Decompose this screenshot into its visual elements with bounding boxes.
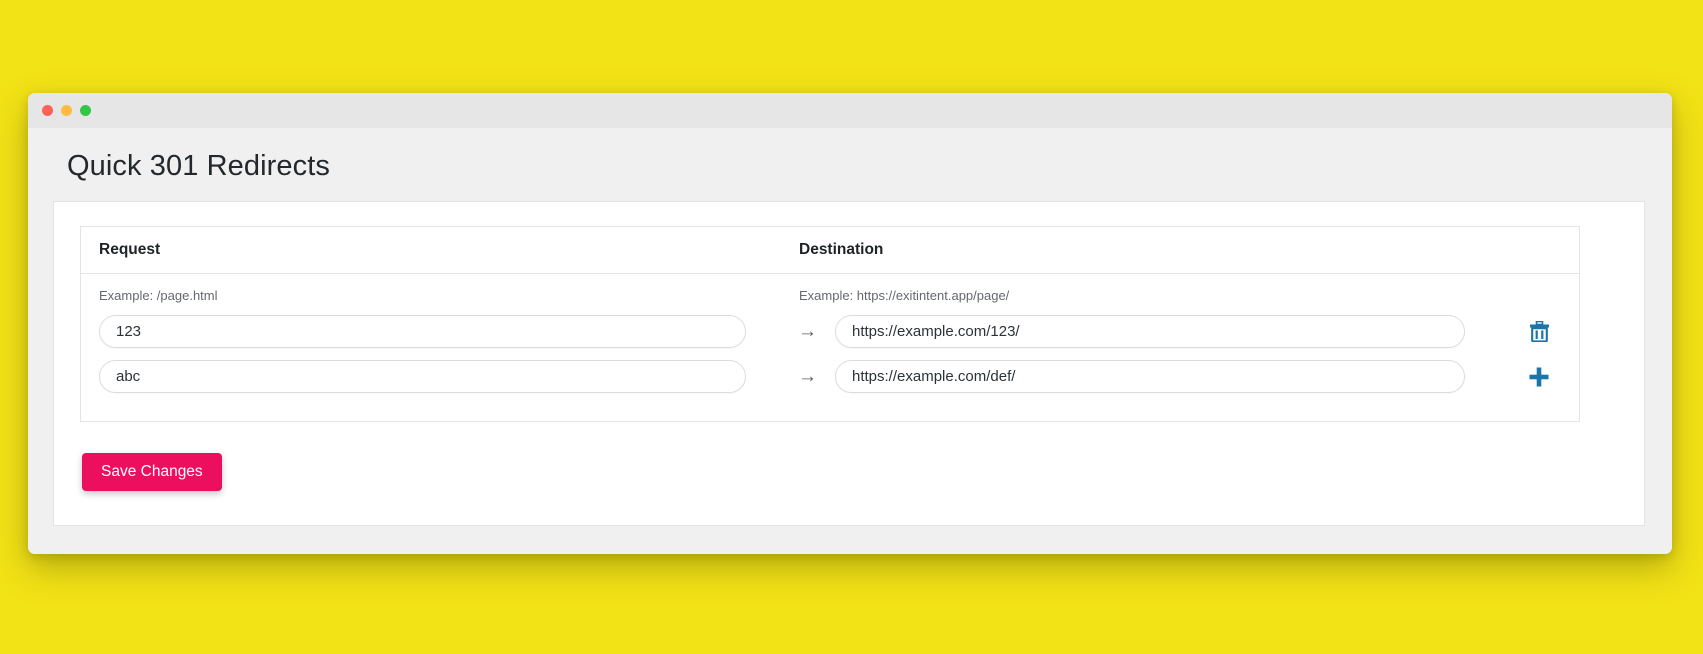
redirects-card: Request Destination Example: /page.html … <box>53 201 1645 526</box>
delete-redirect-button[interactable] <box>1526 319 1552 345</box>
table-header-row: Request Destination <box>81 227 1579 274</box>
add-redirect-button[interactable] <box>1526 364 1552 390</box>
close-window-icon[interactable] <box>42 105 53 116</box>
arrow-icon: → <box>798 366 818 387</box>
column-header-destination: Destination <box>799 241 884 258</box>
save-changes-button[interactable]: Save Changes <box>82 452 222 491</box>
table-row: → <box>81 354 1579 399</box>
page-title: Quick 301 Redirects <box>67 150 331 182</box>
cell-destination <box>835 360 1499 393</box>
table-row: → <box>81 309 1579 354</box>
minimize-window-icon[interactable] <box>61 105 72 116</box>
example-row: Example: /page.html Example: https://exi… <box>81 274 1579 309</box>
browser-viewport: Quick 301 Redirects Request Destination … <box>28 128 1672 554</box>
table-body: Example: /page.html Example: https://exi… <box>81 274 1579 422</box>
destination-input[interactable] <box>835 315 1465 348</box>
redirects-table: Request Destination Example: /page.html … <box>80 226 1580 422</box>
cell-request <box>81 360 780 393</box>
cell-action <box>1499 364 1579 390</box>
destination-input[interactable] <box>835 360 1465 393</box>
request-input[interactable] <box>99 315 746 348</box>
maximize-window-icon[interactable] <box>80 105 91 116</box>
window-titlebar <box>28 93 1672 128</box>
example-request: Example: /page.html <box>99 288 218 303</box>
column-header-request: Request <box>99 241 161 258</box>
example-destination: Example: https://exitintent.app/page/ <box>799 288 1010 303</box>
request-input[interactable] <box>99 360 746 393</box>
cell-action <box>1499 319 1579 345</box>
trash-icon <box>1529 321 1549 342</box>
plus-icon <box>1529 367 1549 386</box>
cell-destination <box>835 315 1499 348</box>
arrow-icon: → <box>798 321 818 342</box>
cell-request <box>81 315 780 348</box>
browser-window: Quick 301 Redirects Request Destination … <box>28 93 1672 554</box>
